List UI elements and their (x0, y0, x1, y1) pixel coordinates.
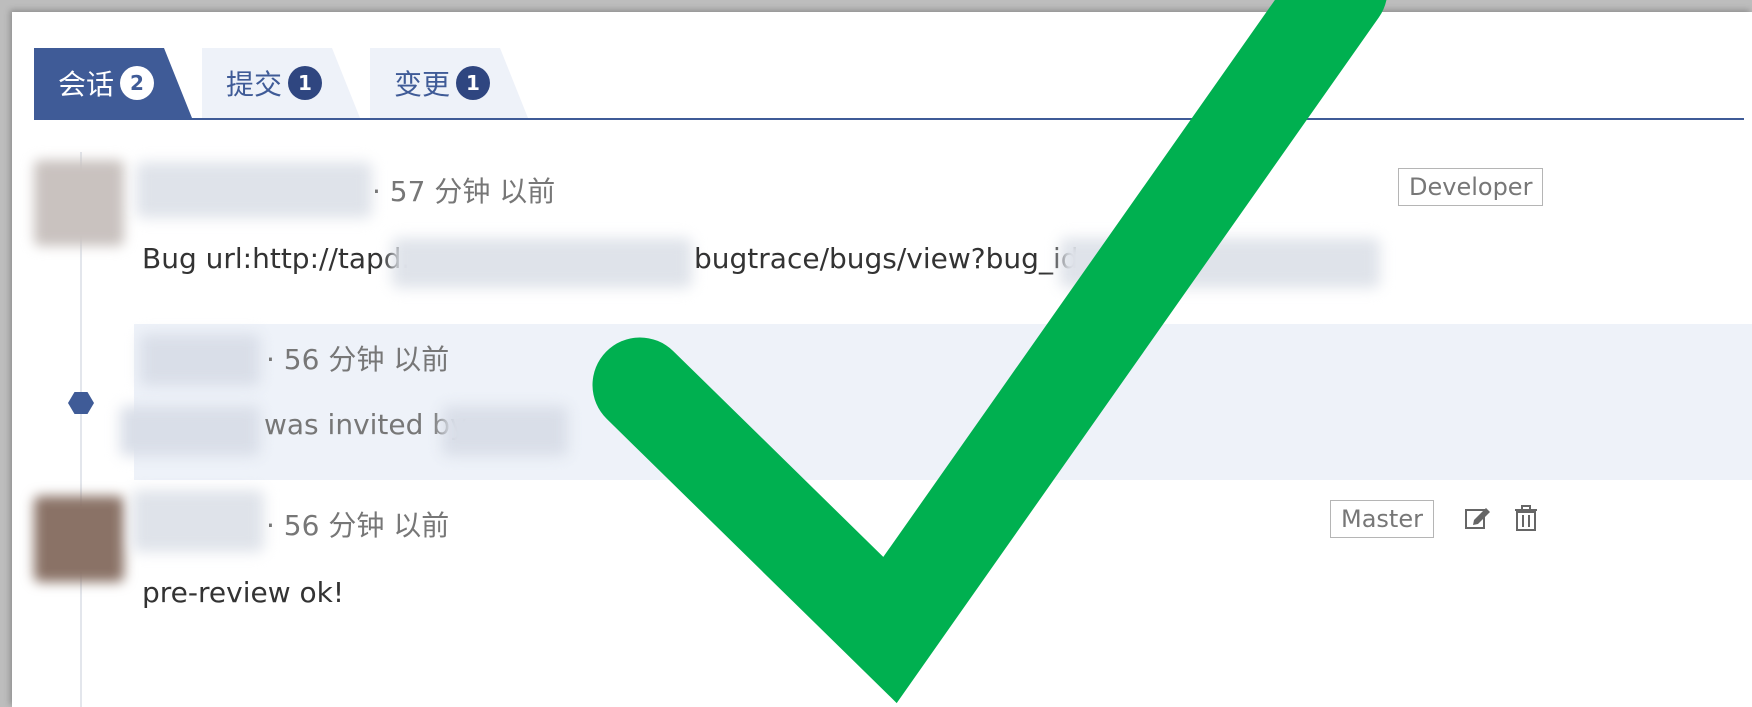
invitee-redacted (120, 406, 260, 456)
url-redacted (392, 238, 692, 288)
comment-body-middle: bugtrace/bugs/view?bug_id= (694, 242, 1102, 275)
avatar[interactable] (34, 160, 124, 246)
timeline-node (68, 392, 94, 414)
count-badge: 1 (288, 66, 322, 100)
comment-time: · 56 分钟 以前 (266, 509, 450, 542)
count-badge: 2 (120, 66, 154, 100)
note-text: was invited by (264, 408, 467, 441)
note-time: · 56 分钟 以前 (266, 343, 450, 376)
count-badge: 1 (456, 66, 490, 100)
merge-request-panel: 会话 2 提交 1 变更 1 · 57 分钟 以前 Developer Bug … (12, 12, 1752, 707)
tabs-underline (34, 118, 1744, 120)
tab-label: 变更 (394, 68, 451, 101)
avatar[interactable] (34, 496, 124, 582)
inviter-redacted (442, 406, 568, 456)
bug-id-redacted (1060, 238, 1380, 288)
comment-time: · 57 分钟 以前 (372, 175, 556, 208)
edit-icon[interactable] (1464, 504, 1492, 532)
author-name-redacted[interactable] (132, 490, 264, 552)
author-name-redacted[interactable] (140, 334, 260, 386)
tab-commits[interactable]: 提交 1 (202, 48, 360, 118)
trash-icon[interactable] (1512, 504, 1540, 532)
role-badge: Developer (1398, 168, 1544, 206)
comment-body: pre-review ok! (142, 576, 345, 609)
tab-label: 会话 (58, 68, 115, 101)
tab-conversations[interactable]: 会话 2 (34, 48, 192, 118)
author-name-redacted[interactable] (136, 162, 372, 218)
role-badge: Master (1330, 500, 1434, 538)
comment-body-prefix: Bug url:http://tapd. (142, 242, 411, 275)
tab-bar: 会话 2 提交 1 变更 1 (34, 48, 1744, 118)
tab-label: 提交 (226, 68, 283, 101)
tab-changes[interactable]: 变更 1 (370, 48, 528, 118)
